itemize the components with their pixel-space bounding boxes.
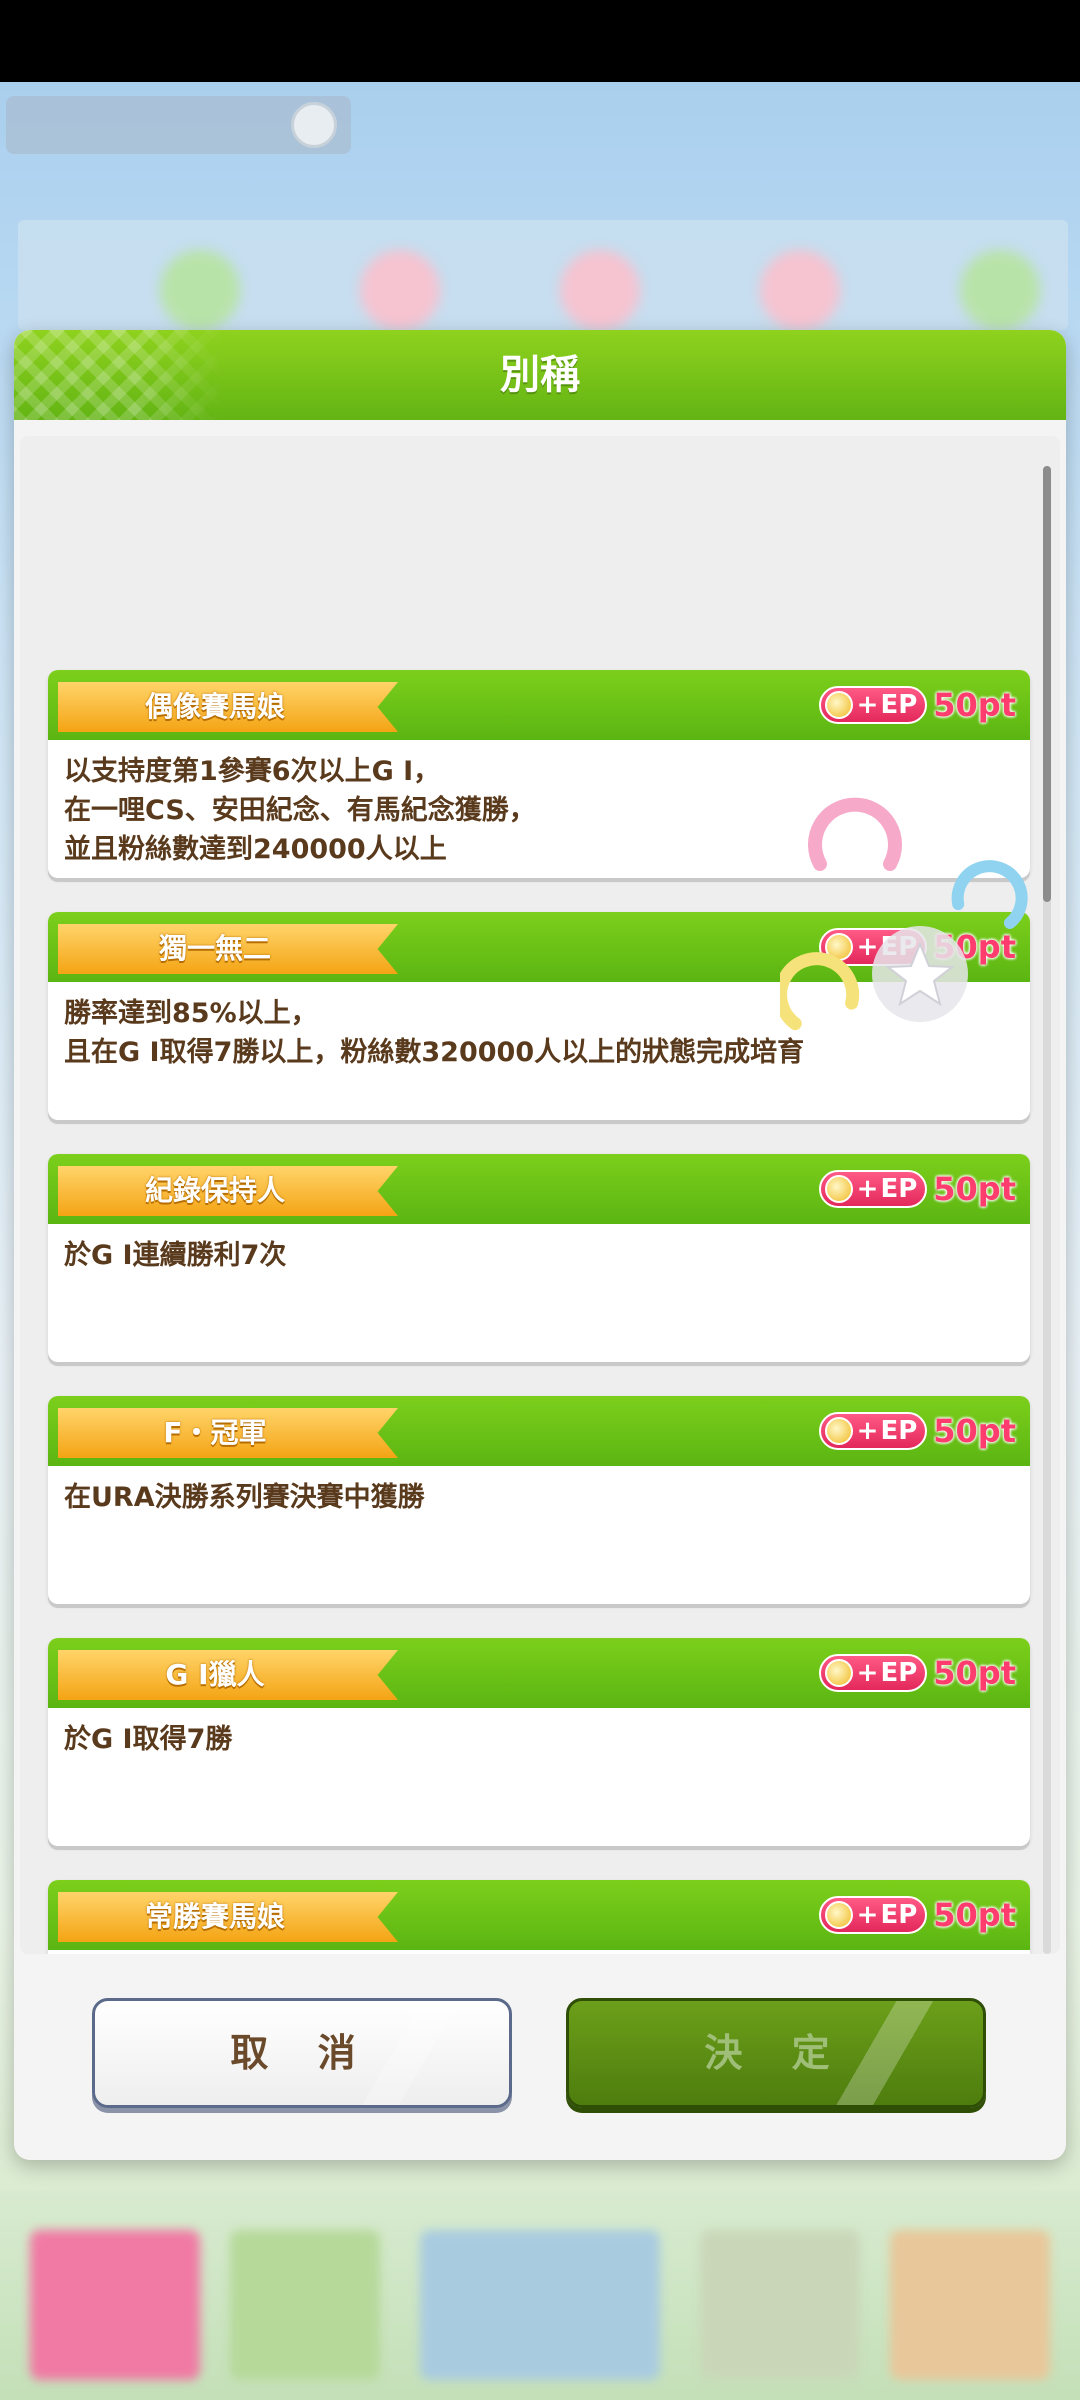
- nickname-title: F・冠軍: [58, 1408, 398, 1458]
- background-chip-icon: [291, 102, 337, 148]
- plus-icon: +: [856, 1658, 879, 1688]
- reward: + EP 50pt: [818, 1890, 1016, 1940]
- background-blob: [560, 250, 640, 330]
- nickname-condition: 於G Ⅰ取得7勝: [64, 1720, 1014, 1759]
- plus-icon: +: [856, 690, 879, 720]
- dialog-title: 別稱: [500, 352, 580, 398]
- plus-icon: +: [856, 1174, 879, 1204]
- background-nav-tile: [420, 2230, 660, 2380]
- background-blob: [760, 250, 840, 330]
- nickname-card[interactable]: 常勝賽馬娘 + EP 50pt: [48, 1880, 1030, 1954]
- condition-line: 於G Ⅰ連續勝利7次: [64, 1240, 287, 1271]
- reward-points: 50pt: [933, 686, 1016, 724]
- background-blob: [360, 250, 440, 330]
- background-nav-tile: [890, 2230, 1050, 2380]
- card-header: F・冠軍 + EP 50pt: [48, 1396, 1030, 1466]
- reward: + EP 50pt: [818, 1648, 1016, 1698]
- nickname-condition: 於G Ⅰ連續勝利7次: [64, 1236, 1014, 1275]
- nickname-card[interactable]: G Ⅰ獵人 + EP 50pt 於G Ⅰ取得7勝: [48, 1638, 1030, 1846]
- coin-icon: [824, 933, 853, 961]
- card-header: 偶像賽馬娘 + EP 50pt: [48, 670, 1030, 740]
- condition-line: 於G Ⅰ取得7勝: [64, 1724, 233, 1755]
- reward-points: 50pt: [933, 1654, 1016, 1692]
- background-blob: [960, 250, 1040, 330]
- nickname-condition: 在URA決勝系列賽決賽中獲勝: [64, 1478, 1014, 1517]
- ep-badge: + EP: [818, 686, 928, 724]
- ep-label: EP: [880, 1900, 918, 1930]
- reward-points: 50pt: [933, 928, 1016, 966]
- nickname-title: 獨一無二: [58, 924, 398, 974]
- ep-label: EP: [880, 1174, 918, 1204]
- dialog-header: 別稱: [14, 330, 1066, 420]
- nickname-card[interactable]: 紀錄保持人 + EP 50pt 於G Ⅰ連續勝利7次: [48, 1154, 1030, 1362]
- coin-icon: [824, 1659, 853, 1687]
- plus-icon: +: [856, 1416, 879, 1446]
- nickname-card[interactable]: F・冠軍 + EP 50pt 在URA決勝系列賽決賽中獲勝: [48, 1396, 1030, 1604]
- button-sheen: [349, 2001, 469, 2105]
- nickname-condition: 勝率達到85%以上， 且在G Ⅰ取得7勝以上，粉絲數320000人以上的狀態完成培…: [64, 994, 1014, 1072]
- reward: + EP 50pt: [818, 1406, 1016, 1456]
- nickname-title: G Ⅰ獵人: [58, 1650, 398, 1700]
- card-header: G Ⅰ獵人 + EP 50pt: [48, 1638, 1030, 1708]
- coin-icon: [824, 691, 853, 719]
- ep-label: EP: [880, 690, 918, 720]
- nickname-title: 常勝賽馬娘: [58, 1892, 398, 1942]
- ep-badge: + EP: [818, 1412, 928, 1450]
- nickname-card[interactable]: 獨一無二 + EP 50pt 勝率達到85%以上， 且在G Ⅰ取得7勝以上，粉絲數3200…: [48, 912, 1030, 1120]
- nickname-card[interactable]: 偶像賽馬娘 + EP 50pt 以支持度第1參賽6次以上G Ⅰ， 在一哩CS、安田紀念、有…: [48, 670, 1030, 878]
- nickname-dialog: 別稱 偶像賽馬娘 + EP 50pt 以支持度第1參賽6次以上G Ⅰ， 在一哩CS、安田紀…: [14, 330, 1066, 2160]
- condition-line: 以支持度第1參賽6次以上G Ⅰ，: [64, 756, 441, 787]
- plus-icon: +: [856, 932, 879, 962]
- status-bar: [0, 0, 1080, 82]
- coin-icon: [824, 1175, 853, 1203]
- card-header: 常勝賽馬娘 + EP 50pt: [48, 1880, 1030, 1950]
- cancel-button[interactable]: 取 消: [92, 1998, 512, 2108]
- ep-badge: + EP: [818, 1170, 928, 1208]
- card-header: 紀錄保持人 + EP 50pt: [48, 1154, 1030, 1224]
- reward: + EP 50pt: [818, 922, 1016, 972]
- reward-points: 50pt: [933, 1170, 1016, 1208]
- ep-badge: + EP: [818, 1654, 928, 1692]
- ep-badge: + EP: [818, 928, 928, 966]
- nickname-title: 紀錄保持人: [58, 1166, 398, 1216]
- ep-label: EP: [880, 932, 918, 962]
- nickname-condition: 以支持度第1參賽6次以上G Ⅰ， 在一哩CS、安田紀念、有馬紀念獲勝， 並且粉絲數達…: [64, 752, 1014, 869]
- background-nav-tile: [230, 2230, 380, 2380]
- condition-line: 並且粉絲數達到240000人以上: [64, 834, 447, 865]
- ep-label: EP: [880, 1416, 918, 1446]
- coin-icon: [824, 1901, 853, 1929]
- condition-line: 在一哩CS、安田紀念、有馬紀念獲勝，: [64, 795, 536, 826]
- background-nav-tile: [700, 2230, 860, 2380]
- plus-icon: +: [856, 1900, 879, 1930]
- nickname-title: 偶像賽馬娘: [58, 682, 398, 732]
- scrollbar-thumb[interactable]: [1043, 466, 1051, 902]
- button-sheen: [823, 2001, 943, 2105]
- ep-label: EP: [880, 1658, 918, 1688]
- background-blob: [160, 250, 240, 330]
- condition-line: 勝率達到85%以上，: [64, 998, 318, 1029]
- reward-points: 50pt: [933, 1896, 1016, 1934]
- condition-line: 且在G Ⅰ取得7勝以上，粉絲數320000人以上的狀態完成培育: [64, 1037, 805, 1068]
- background-header-chip: [6, 96, 351, 154]
- nickname-list[interactable]: 偶像賽馬娘 + EP 50pt 以支持度第1參賽6次以上G Ⅰ， 在一哩CS、安田紀念、有…: [20, 436, 1060, 1954]
- reward: + EP 50pt: [818, 1164, 1016, 1214]
- card-header: 獨一無二 + EP 50pt: [48, 912, 1030, 982]
- confirm-button[interactable]: 決 定: [566, 1998, 986, 2108]
- background-nav-tile: [30, 2230, 200, 2380]
- reward-points: 50pt: [933, 1412, 1016, 1450]
- condition-line: 在URA決勝系列賽決賽中獲勝: [64, 1482, 425, 1513]
- ep-badge: + EP: [818, 1896, 928, 1934]
- reward: + EP 50pt: [818, 680, 1016, 730]
- coin-icon: [824, 1417, 853, 1445]
